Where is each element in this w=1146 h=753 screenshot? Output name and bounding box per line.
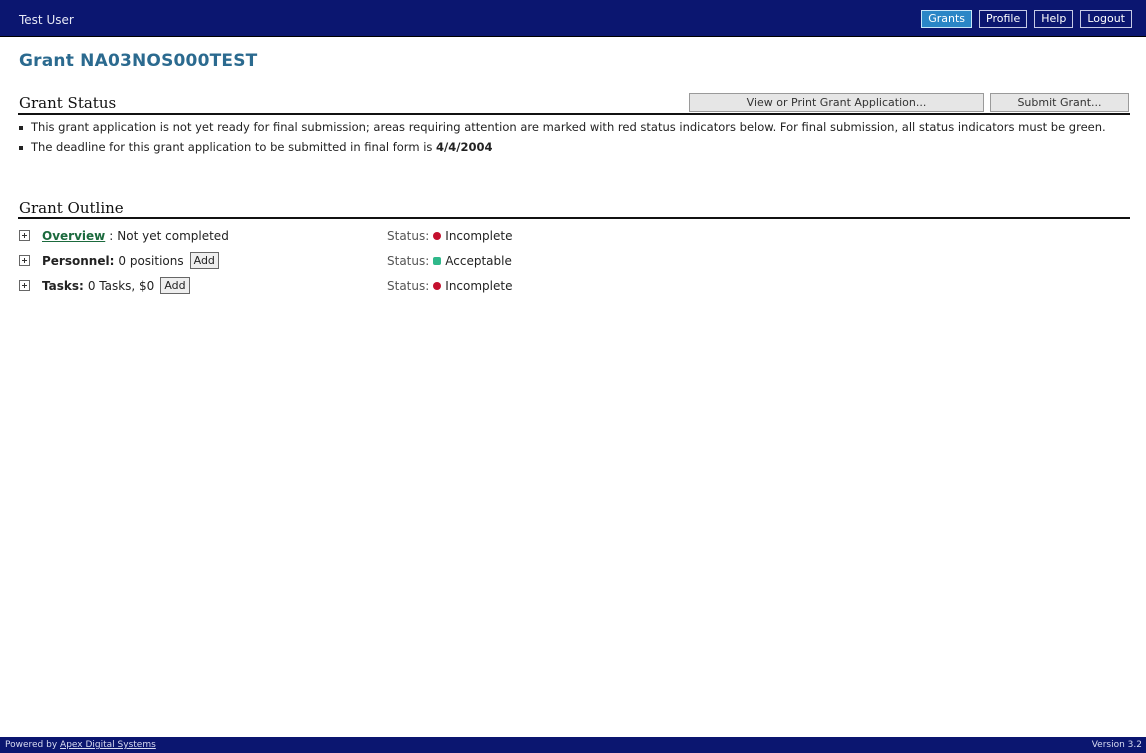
overview-link[interactable]: Overview bbox=[42, 229, 105, 243]
outline-row-left: Tasks: 0 Tasks, $0 Add bbox=[19, 277, 387, 294]
expand-icon[interactable] bbox=[19, 255, 30, 266]
grant-status-notes: This grant application is not yet ready … bbox=[19, 121, 1109, 161]
personnel-detail: 0 positions bbox=[118, 253, 184, 268]
outline-row-tasks: Tasks: 0 Tasks, $0 Add Status: Incomplet… bbox=[19, 273, 1119, 298]
status-label: Status: bbox=[387, 278, 430, 293]
readiness-note: This grant application is not yet ready … bbox=[19, 121, 1109, 134]
bullet-icon bbox=[19, 126, 23, 130]
footer: Powered by Apex Digital Systems Version … bbox=[0, 737, 1146, 753]
status-label: Status: bbox=[387, 253, 430, 268]
overview-detail: Not yet completed bbox=[117, 228, 229, 243]
grant-status-heading: Grant Status bbox=[19, 94, 117, 112]
tasks-status: Status: Incomplete bbox=[387, 279, 512, 293]
status-value: Incomplete bbox=[445, 228, 513, 243]
expand-icon[interactable] bbox=[19, 230, 30, 241]
status-value: Acceptable bbox=[445, 253, 512, 268]
expand-icon[interactable] bbox=[19, 280, 30, 291]
grant-outline-divider bbox=[18, 217, 1130, 219]
outline-row-left: Personnel: 0 positions Add bbox=[19, 252, 387, 269]
personnel-label: Personnel: bbox=[42, 253, 115, 268]
grant-outline: Overview: Not yet completed Status: Inco… bbox=[19, 223, 1119, 298]
status-red-icon bbox=[433, 231, 442, 240]
tasks-detail: 0 Tasks, $0 bbox=[87, 278, 155, 293]
status-label: Status: bbox=[387, 228, 430, 243]
user-name: Test User bbox=[19, 13, 74, 27]
deadline-prefix: The deadline for this grant application … bbox=[31, 140, 433, 154]
grant-outline-heading: Grant Outline bbox=[19, 199, 124, 217]
outline-row-overview: Overview: Not yet completed Status: Inco… bbox=[19, 223, 1119, 248]
deadline-date: 4/4/2004 bbox=[436, 140, 493, 154]
status-red-icon bbox=[433, 281, 442, 290]
personnel-status: Status: Acceptable bbox=[387, 254, 512, 268]
readiness-text: This grant application is not yet ready … bbox=[31, 120, 1106, 134]
nav-help[interactable]: Help bbox=[1034, 10, 1074, 28]
view-print-application-button[interactable]: View or Print Grant Application... bbox=[689, 93, 984, 112]
add-personnel-button[interactable]: Add bbox=[189, 252, 219, 269]
tasks-label: Tasks: bbox=[42, 278, 84, 293]
status-value: Incomplete bbox=[445, 278, 513, 293]
nav-grants[interactable]: Grants bbox=[921, 10, 973, 28]
bullet-icon bbox=[19, 146, 23, 150]
deadline-note: The deadline for this grant application … bbox=[19, 141, 1109, 154]
grant-status-divider bbox=[18, 113, 1130, 115]
nav-logout[interactable]: Logout bbox=[1080, 10, 1132, 28]
top-bar: Test User Grants Profile Help Logout bbox=[0, 0, 1146, 37]
footer-credit: Powered by Apex Digital Systems bbox=[5, 740, 156, 750]
grant-status-actions: View or Print Grant Application... Submi… bbox=[689, 93, 1129, 112]
submit-grant-button[interactable]: Submit Grant... bbox=[990, 93, 1129, 112]
apex-link[interactable]: Apex Digital Systems bbox=[60, 740, 156, 750]
version-label: Version 3.2 bbox=[1091, 740, 1142, 750]
add-task-button[interactable]: Add bbox=[160, 277, 190, 294]
nav-profile[interactable]: Profile bbox=[979, 10, 1028, 28]
overview-status: Status: Incomplete bbox=[387, 229, 512, 243]
overview-sep: : bbox=[109, 228, 114, 243]
status-green-icon bbox=[433, 256, 442, 265]
outline-row-left: Overview: Not yet completed bbox=[19, 229, 387, 243]
outline-row-personnel: Personnel: 0 positions Add Status: Accep… bbox=[19, 248, 1119, 273]
powered-by-label: Powered by bbox=[5, 740, 58, 750]
top-nav: Grants Profile Help Logout bbox=[921, 10, 1132, 28]
page-title: Grant NA03NOS000TEST bbox=[19, 51, 258, 71]
